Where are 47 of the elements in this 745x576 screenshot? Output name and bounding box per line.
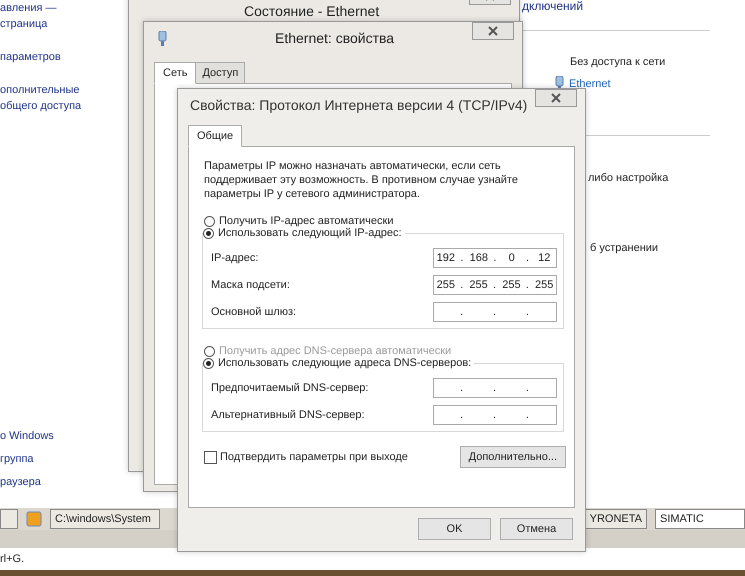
control-panel-link[interactable]: группа (0, 451, 54, 467)
taskbar-button[interactable] (0, 509, 18, 529)
close-icon (550, 93, 562, 103)
dialog-title: Свойства: Протокол Интернета версии 4 (TCP/IPv4) (190, 97, 528, 113)
cancel-button[interactable]: Отмена (500, 518, 573, 540)
control-panel-link[interactable]: раузера (0, 474, 54, 490)
network-status-text: Без доступа к сети (570, 56, 666, 68)
field-label: Альтернативный DNS-сервер: (211, 409, 365, 421)
control-panel-link[interactable]: б устранении (590, 242, 658, 254)
close-button[interactable] (535, 89, 577, 107)
field-label: Маска подсети: (211, 279, 290, 291)
ok-button[interactable]: OK (418, 518, 491, 540)
control-panel-link[interactable]: страница (0, 16, 82, 32)
app-icon[interactable] (26, 511, 42, 527)
close-button[interactable] (472, 22, 514, 40)
ip-address-field[interactable]: . . . (433, 378, 557, 398)
validate-checkbox[interactable]: Подтвердить параметры при выходе (204, 450, 408, 464)
tab[interactable]: Доступ (195, 62, 246, 84)
tab[interactable]: Сеть (154, 62, 196, 84)
control-panel-link[interactable]: о Windows (0, 428, 54, 444)
radio-option[interactable]: Использовать следующие адреса DNS-серверов: (203, 357, 474, 369)
ip-address-field[interactable]: . . . (433, 405, 557, 425)
section-heading: дключений (522, 0, 584, 12)
field-label: Основной шлюз: (211, 306, 296, 318)
control-panel-link[interactable]: либо настройка (588, 172, 668, 184)
radio-option[interactable]: Использовать следующий IP-адрес: (203, 227, 405, 239)
network-plug-icon (555, 76, 564, 91)
close-icon (487, 26, 499, 36)
network-plug-icon (158, 30, 167, 46)
advanced-button[interactable]: Дополнительно... (460, 446, 566, 468)
field-label: IP-адрес: (211, 252, 258, 264)
control-panel-link[interactable]: ополнительные (0, 82, 82, 98)
control-panel-link[interactable]: общего доступа (0, 98, 82, 114)
control-panel-link[interactable]: авления — (0, 0, 82, 16)
ip-address-field[interactable]: 192 . 168 . 0 . 12 (433, 248, 557, 268)
connection-link[interactable]: Ethernet (569, 78, 611, 90)
hint-text: rl+G. (0, 553, 24, 565)
taskbar-button[interactable]: SIMATIC (655, 509, 745, 529)
window-title: Ethernet: свойства (275, 30, 394, 46)
control-panel-link[interactable]: параметров (0, 49, 82, 65)
ip-address-field[interactable]: . . . (433, 302, 557, 322)
taskbar-button[interactable]: C:\windows\System (50, 509, 160, 529)
description-text: Параметры IP можно назначать автоматически, если сеть поддерживает эту возможность. В противном случае узнайте параметры IP у сетевого администратора. (204, 159, 519, 201)
ip-address-field[interactable]: 255 . 255 . 255 . 255 (433, 275, 557, 295)
window-title: Состояние - Ethernet (244, 4, 380, 18)
field-label: Предпочитаемый DNS-сервер: (211, 382, 368, 394)
tab[interactable]: Общие (188, 125, 242, 147)
